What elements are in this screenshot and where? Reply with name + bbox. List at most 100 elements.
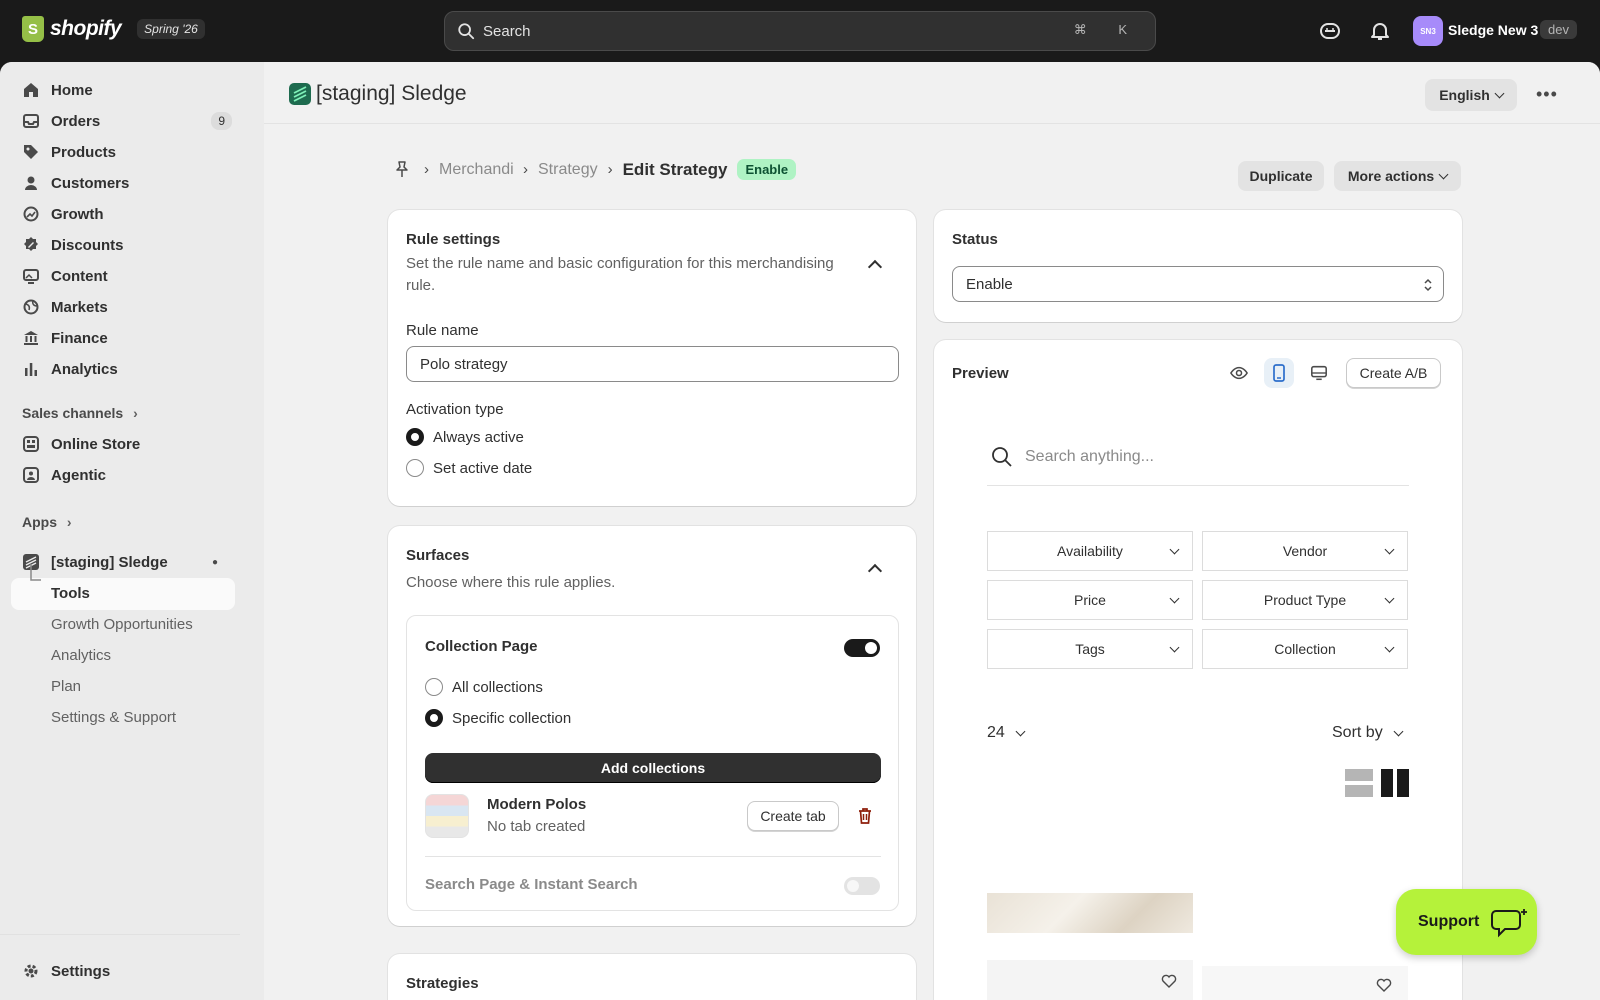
status-card: Status Enable bbox=[934, 210, 1462, 322]
mobile-view-icon[interactable] bbox=[1264, 358, 1294, 388]
collection-thumbnail bbox=[425, 794, 469, 838]
per-page-select[interactable]: 24 bbox=[987, 724, 1026, 742]
radio-always-active[interactable]: Always active bbox=[406, 428, 524, 446]
tag-icon bbox=[22, 144, 39, 161]
orders-count-badge: 9 bbox=[211, 112, 232, 130]
rule-name-input[interactable]: Polo strategy bbox=[406, 346, 899, 382]
bell-icon[interactable] bbox=[1368, 19, 1392, 43]
list-view-icon[interactable] bbox=[1345, 769, 1373, 797]
person-icon bbox=[22, 175, 39, 192]
app-title: [staging] Sledge bbox=[316, 82, 467, 105]
store-avatar[interactable]: SN3 bbox=[1413, 16, 1443, 46]
sort-by-select[interactable]: Sort by bbox=[1332, 724, 1404, 742]
sidebar-item-label: Products bbox=[51, 143, 117, 161]
sidebar-item-finance[interactable]: Finance bbox=[22, 324, 232, 352]
sidebar-item-analytics[interactable]: Analytics bbox=[22, 355, 232, 383]
preview-search-input[interactable]: Search anything... bbox=[987, 428, 1409, 486]
edition-badge: Spring '26 bbox=[137, 19, 205, 39]
more-actions-button[interactable]: More actions bbox=[1334, 161, 1461, 191]
collection-page-label: Collection Page bbox=[425, 638, 538, 655]
sidebar-item-agentic[interactable]: Agentic bbox=[22, 461, 232, 489]
create-tab-button[interactable]: Create tab bbox=[747, 801, 839, 831]
filter-availability[interactable]: Availability bbox=[987, 531, 1193, 571]
rule-name-label: Rule name bbox=[406, 322, 479, 339]
sort-by-label: Sort by bbox=[1332, 724, 1383, 741]
sidebar-item-markets[interactable]: Markets bbox=[22, 293, 232, 321]
sidebar-item-customers[interactable]: Customers bbox=[22, 169, 232, 197]
sidebar-item-label: Agentic bbox=[51, 466, 107, 484]
bank-icon bbox=[22, 330, 39, 347]
filter-price[interactable]: Price bbox=[987, 580, 1193, 620]
sidebar-item-label: Content bbox=[51, 267, 108, 285]
heart-icon[interactable] bbox=[1161, 974, 1177, 988]
sidebar-item-orders[interactable]: Orders 9 bbox=[22, 107, 232, 135]
pin-icon[interactable] bbox=[394, 160, 410, 179]
sidebar-item-label: Analytics bbox=[51, 360, 118, 378]
eye-icon[interactable] bbox=[1224, 358, 1254, 388]
gear-icon bbox=[22, 963, 39, 980]
chevron-up-icon[interactable] bbox=[867, 259, 883, 275]
sidebar-sub-plan[interactable]: Plan bbox=[51, 678, 81, 695]
search-page-label: Search Page & Instant Search bbox=[425, 876, 638, 893]
support-button[interactable]: Support bbox=[1396, 889, 1537, 955]
sidebar-item-discounts[interactable]: Discounts bbox=[22, 231, 232, 259]
shopify-bag-icon bbox=[22, 16, 44, 42]
radio-set-active-date[interactable]: Set active date bbox=[406, 459, 532, 477]
main-content: [staging] Sledge English ••• › Merchandi… bbox=[264, 62, 1600, 1000]
search-page-toggle[interactable] bbox=[844, 877, 880, 895]
more-options-icon[interactable]: ••• bbox=[1536, 84, 1558, 105]
product-card[interactable] bbox=[987, 960, 1193, 1000]
collection-name[interactable]: Modern Polos bbox=[487, 796, 586, 813]
sales-channels-heading[interactable]: Sales channels › bbox=[22, 405, 138, 421]
sidebar-sub-growth-opportunities[interactable]: Growth Opportunities bbox=[51, 616, 193, 633]
filter-collection[interactable]: Collection bbox=[1202, 629, 1408, 669]
sidebar-item-home[interactable]: Home bbox=[22, 76, 232, 104]
sidebar-sub-tools[interactable]: Tools bbox=[51, 585, 90, 602]
sidebar-item-label: Discounts bbox=[51, 236, 124, 254]
filter-product-type[interactable]: Product Type bbox=[1202, 580, 1408, 620]
desktop-view-icon[interactable] bbox=[1304, 358, 1334, 388]
filter-tags[interactable]: Tags bbox=[987, 629, 1193, 669]
sidebar-sub-analytics[interactable]: Analytics bbox=[51, 647, 111, 664]
sidebar: Home Orders 9 Products Customers Growth … bbox=[0, 62, 264, 1000]
radio-all-collections[interactable]: All collections bbox=[425, 678, 543, 696]
sidebar-item-products[interactable]: Products bbox=[22, 138, 232, 166]
sidebar-item-content[interactable]: Content bbox=[22, 262, 232, 290]
grid-view-icon[interactable] bbox=[1381, 769, 1409, 797]
search-placeholder: Search bbox=[483, 22, 531, 40]
duplicate-button[interactable]: Duplicate bbox=[1238, 161, 1324, 191]
sidebar-item-label: Home bbox=[51, 81, 93, 99]
create-ab-button[interactable]: Create A/B bbox=[1346, 358, 1441, 388]
status-select[interactable]: Enable bbox=[952, 266, 1444, 302]
app-header: [staging] Sledge English ••• bbox=[264, 62, 1600, 124]
add-collections-button[interactable]: Add collections bbox=[425, 753, 881, 783]
sidebar-item-growth[interactable]: Growth bbox=[22, 200, 232, 228]
filter-vendor[interactable]: Vendor bbox=[1202, 531, 1408, 571]
chevron-down-icon bbox=[1438, 169, 1449, 179]
product-card[interactable] bbox=[1202, 966, 1408, 1000]
chevron-up-icon[interactable] bbox=[867, 563, 883, 579]
heart-icon[interactable] bbox=[1376, 978, 1392, 992]
sidebar-active-tools bbox=[11, 578, 235, 610]
radio-specific-collection[interactable]: Specific collection bbox=[425, 709, 571, 727]
chevron-down-icon bbox=[1169, 544, 1180, 555]
radio-label: Specific collection bbox=[452, 709, 572, 727]
global-search-input[interactable]: Search ⌘ K bbox=[444, 11, 1156, 51]
sidebar-item-settings[interactable]: Settings bbox=[22, 957, 232, 985]
sidebar-item-label: [staging] Sledge bbox=[51, 553, 168, 571]
more-actions-label: More actions bbox=[1347, 168, 1435, 184]
chevron-down-icon bbox=[1384, 593, 1395, 604]
language-selector[interactable]: English bbox=[1425, 79, 1517, 111]
sidebar-divider bbox=[0, 934, 240, 935]
breadcrumb-strategy[interactable]: Strategy bbox=[538, 161, 598, 179]
trash-icon[interactable] bbox=[857, 807, 873, 825]
store-name[interactable]: Sledge New 3 bbox=[1448, 22, 1538, 38]
shopify-logo[interactable]: shopify Spring '26 bbox=[22, 16, 205, 42]
sidekick-icon[interactable] bbox=[1318, 19, 1342, 43]
sidebar-item-sledge-app[interactable]: [staging] Sledge ● bbox=[22, 548, 232, 576]
sidebar-item-online-store[interactable]: Online Store bbox=[22, 430, 232, 458]
collection-page-toggle[interactable] bbox=[844, 639, 880, 657]
sidebar-sub-settings-support[interactable]: Settings & Support bbox=[51, 709, 176, 726]
breadcrumb-merchandising[interactable]: Merchandising bbox=[439, 161, 513, 179]
apps-heading[interactable]: Apps › bbox=[22, 514, 72, 530]
